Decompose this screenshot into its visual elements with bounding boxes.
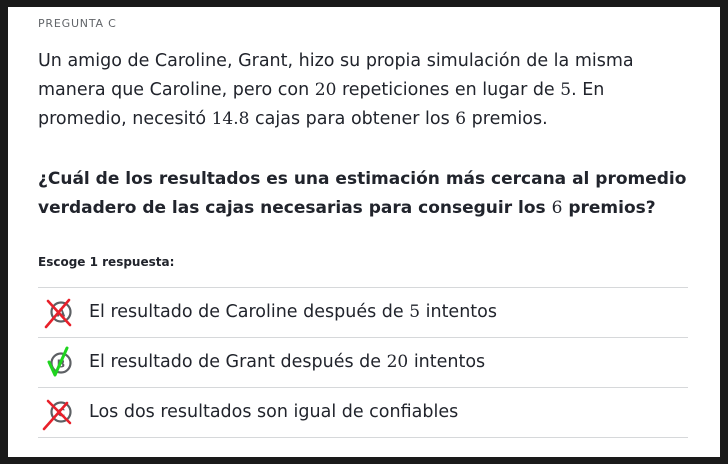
choice-grant[interactable]: B El resultado de Grant después de 20 in…	[38, 338, 688, 388]
answer-choices: A El resultado de Caroline después de 5 …	[38, 287, 688, 438]
problem-text-4: cajas para obtener los	[249, 109, 456, 129]
choice-both-equal[interactable]: C Los dos resultados son igual de confia…	[38, 388, 688, 438]
question-math-6: 6	[551, 198, 563, 218]
math-number-14-8: 14.8	[211, 109, 250, 129]
green-check-icon: B	[47, 346, 72, 377]
choice-label: Los dos resultados son igual de confiabl…	[89, 402, 459, 422]
choice-math-number: 20	[386, 352, 409, 372]
question-label: PREGUNTA C	[38, 17, 117, 30]
red-x-icon: A	[44, 298, 72, 329]
choice-math-number: 5	[409, 302, 421, 322]
choice-caroline[interactable]: A El resultado de Caroline después de 5 …	[38, 288, 688, 338]
question-prompt: ¿Cuál de los resultados es una estimació…	[38, 165, 688, 223]
choice-label: El resultado de Caroline después de 5 in…	[89, 302, 497, 322]
problem-statement: Un amigo de Caroline, Grant, hizo su pro…	[38, 47, 688, 134]
question-text-2: premios?	[562, 198, 656, 218]
choice-label: El resultado de Grant después de 20 inte…	[89, 352, 486, 372]
question-card: PREGUNTA C Un amigo de Caroline, Grant, …	[8, 7, 720, 457]
problem-text-2: repeticiones en lugar de	[336, 80, 561, 100]
answer-instruction: Escoge 1 respuesta:	[38, 255, 175, 269]
math-number-20: 20	[314, 80, 337, 100]
math-number-6: 6	[455, 109, 467, 129]
problem-text-5: premios.	[466, 109, 548, 129]
math-number-5: 5	[560, 80, 572, 100]
red-x-icon: C	[42, 399, 72, 431]
